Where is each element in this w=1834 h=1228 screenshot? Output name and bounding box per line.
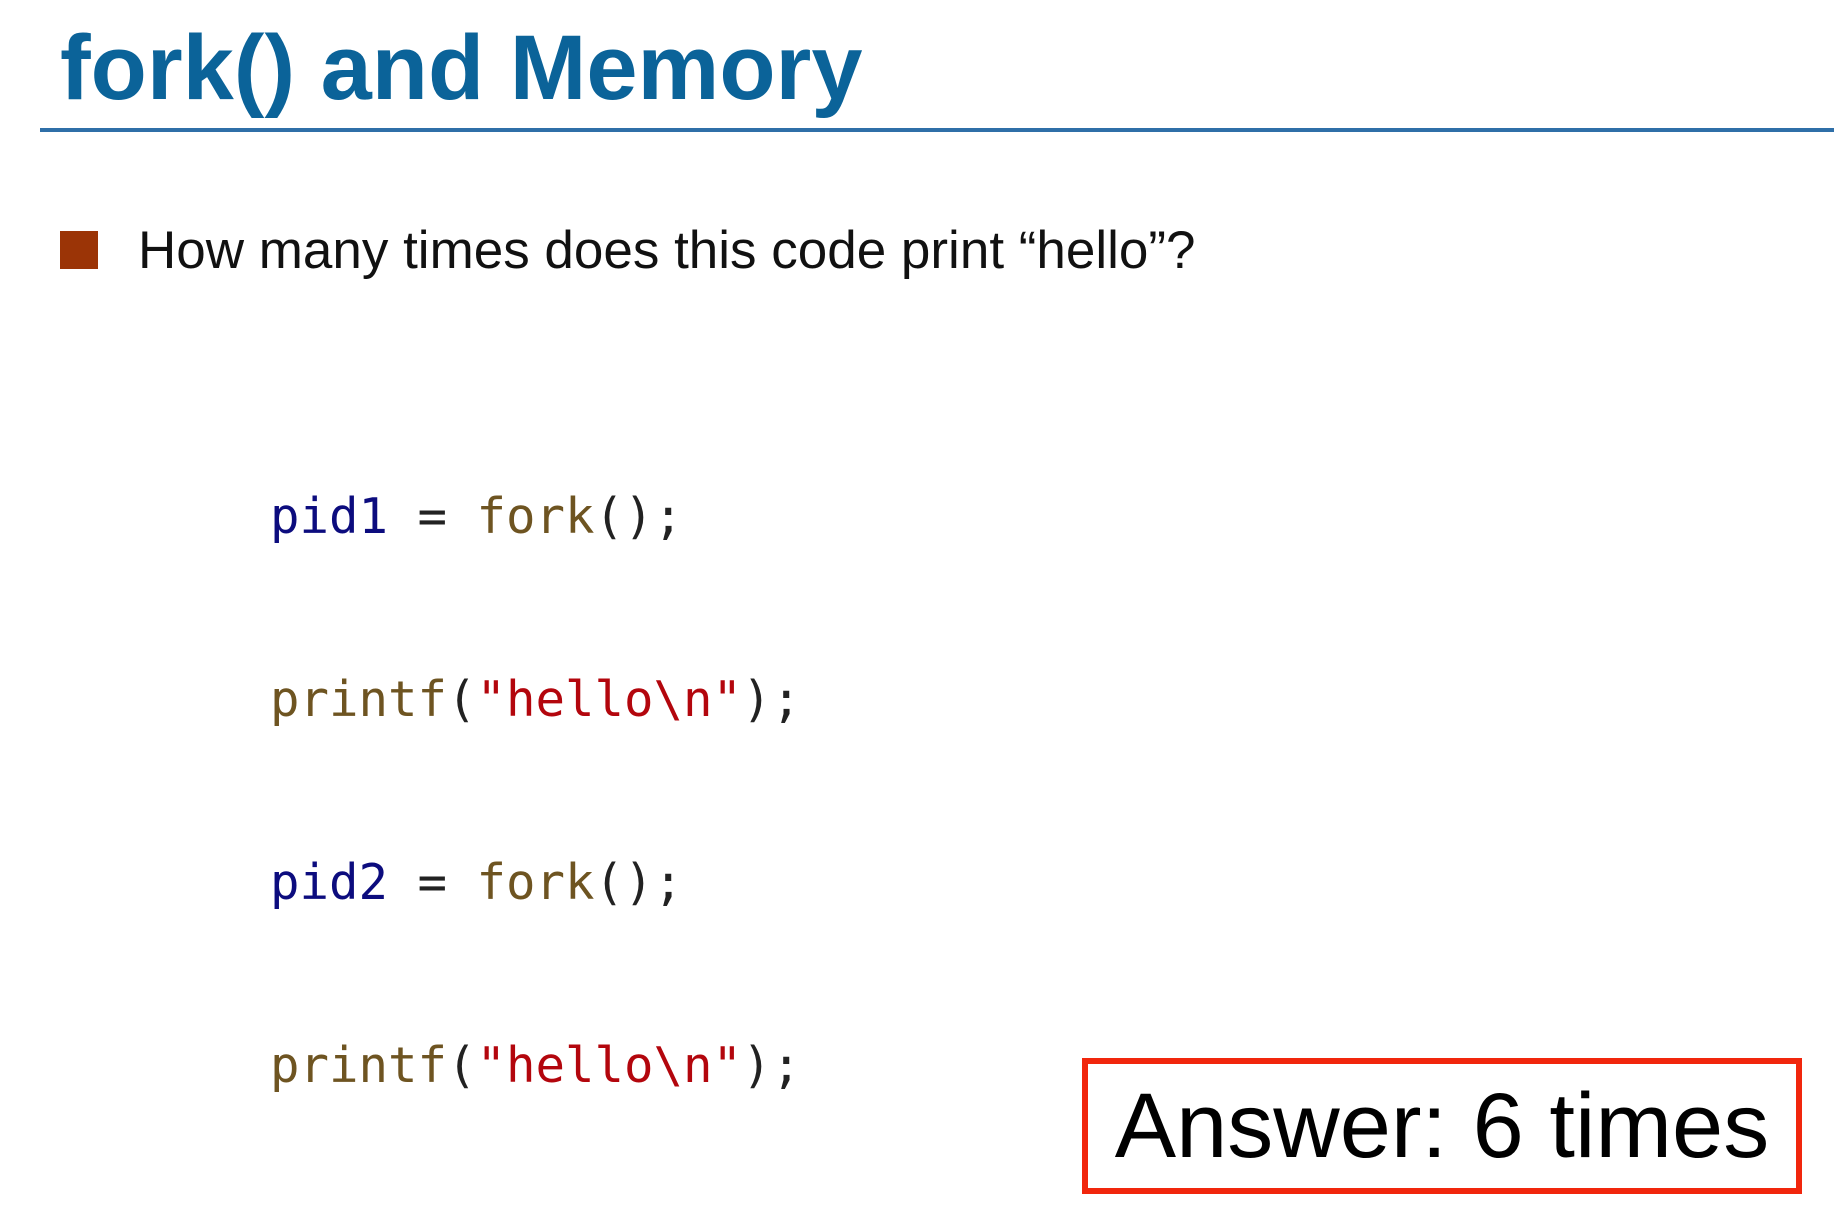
answer-text: Answer: 6 times — [1114, 1074, 1770, 1177]
code-punctuation: ); — [742, 671, 802, 728]
title-divider — [40, 128, 1834, 132]
code-line-4: printf("hello\n"); — [270, 1035, 801, 1096]
bullet-item: How many times does this code print “hel… — [60, 218, 1196, 282]
code-string: "hello\n" — [476, 1037, 743, 1094]
code-punctuation: ( — [447, 671, 477, 728]
slide-title: fork() and Memory — [60, 17, 863, 119]
code-string: "hello\n" — [476, 671, 743, 728]
code-punctuation: (); — [594, 854, 684, 911]
code-punctuation: ); — [742, 1037, 802, 1094]
answer-box: Answer: 6 times — [1082, 1058, 1802, 1194]
code-function: fork — [476, 488, 595, 545]
code-variable: pid1 — [270, 488, 389, 545]
code-function: fork — [476, 854, 595, 911]
code-block: pid1 = fork(); printf("hello\n"); pid2 =… — [270, 364, 801, 1157]
code-line-2: printf("hello\n"); — [270, 669, 801, 730]
code-function: printf — [270, 671, 448, 728]
bullet-question-text: How many times does this code print “hel… — [138, 220, 1196, 280]
code-function: printf — [270, 1037, 448, 1094]
code-operator: = — [388, 488, 477, 545]
code-line-1: pid1 = fork(); — [270, 486, 801, 547]
code-punctuation: ( — [447, 1037, 477, 1094]
bullet-square-icon — [60, 231, 98, 269]
code-variable: pid2 — [270, 854, 389, 911]
code-line-3: pid2 = fork(); — [270, 852, 801, 913]
code-operator: = — [388, 854, 477, 911]
code-punctuation: (); — [594, 488, 684, 545]
